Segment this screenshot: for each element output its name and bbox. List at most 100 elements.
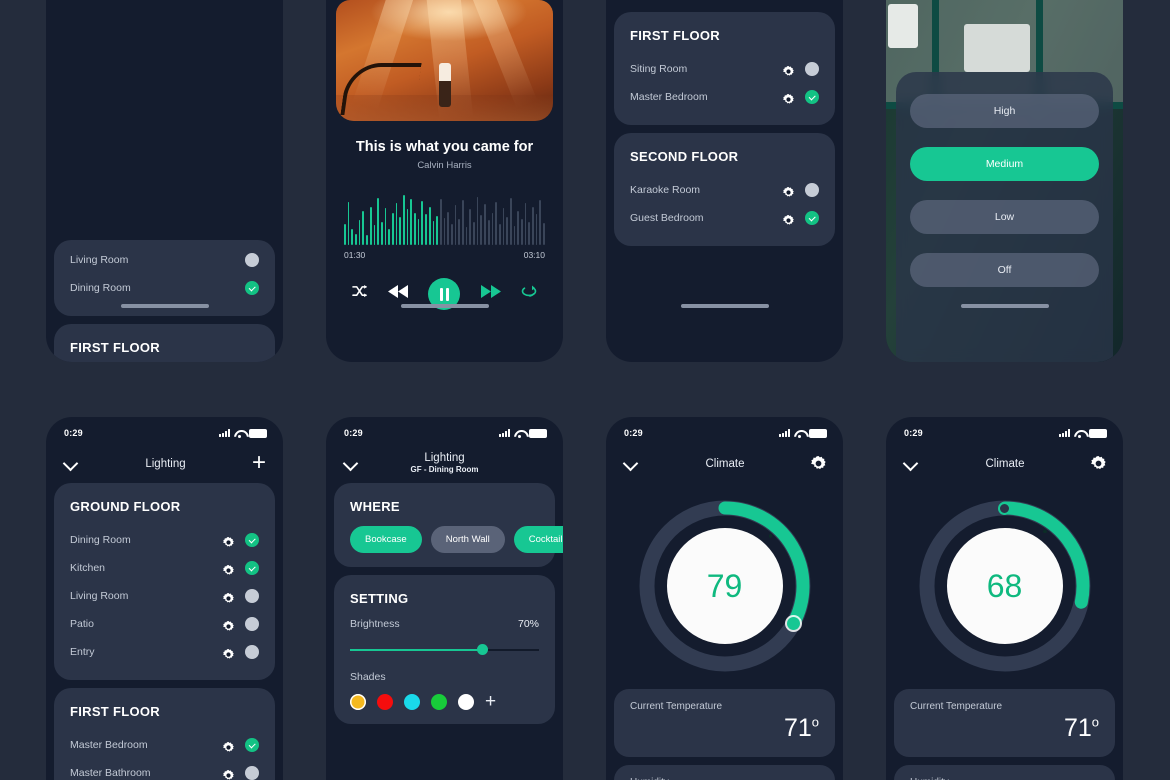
color-swatch[interactable]	[377, 694, 393, 710]
gear-icon[interactable]	[223, 535, 234, 547]
toggle-dot[interactable]	[805, 62, 819, 76]
waveform-bar	[377, 198, 379, 245]
dial-tick	[768, 534, 773, 538]
dial-handle[interactable]	[998, 501, 1011, 515]
card-first-floor: FIRST FLOOR Siting Room Master Bedroom	[614, 12, 835, 125]
gear-icon[interactable]	[223, 740, 234, 752]
toggle-dot[interactable]	[245, 645, 259, 659]
waveform-bar	[436, 215, 438, 245]
chip-cocktail-lounge[interactable]: Cocktail Lounge	[513, 526, 563, 553]
thermostat-dial[interactable]: 68	[886, 483, 1123, 689]
signal-bars-icon	[1059, 429, 1070, 437]
table-row[interactable]: Dining Room	[70, 274, 259, 302]
current-temperature-card: Current Temperature 71o	[894, 689, 1115, 757]
brightness-label: Brightness	[350, 618, 400, 630]
fan-option-high[interactable]: High	[910, 94, 1099, 128]
waveform-bar	[344, 224, 346, 245]
toggle-dot[interactable]	[805, 211, 819, 225]
status-time: 0:29	[904, 428, 923, 438]
table-row[interactable]: Siting Room	[630, 55, 819, 83]
toggle-dot[interactable]	[245, 738, 259, 752]
gear-icon[interactable]	[223, 563, 234, 575]
repeat-icon[interactable]	[521, 285, 537, 303]
dial-handle[interactable]	[786, 616, 800, 630]
wifi-icon	[1074, 429, 1085, 438]
table-row[interactable]: Karaoke Room	[630, 176, 819, 204]
gear-icon[interactable]	[811, 455, 826, 471]
table-row[interactable]: Master Bedroom	[70, 731, 259, 759]
color-swatch[interactable]	[431, 694, 447, 710]
status-bar: 0:29	[606, 417, 843, 443]
table-row[interactable]: Master Bedroom	[630, 83, 819, 111]
table-row[interactable]: Patio	[70, 610, 259, 638]
waveform-bar	[465, 227, 468, 245]
toggle-dot[interactable]	[245, 561, 259, 575]
gear-icon[interactable]	[783, 92, 794, 104]
chevron-down-icon[interactable]	[623, 455, 639, 471]
status-time: 0:29	[344, 428, 363, 438]
gear-icon[interactable]	[1091, 455, 1106, 471]
color-swatch[interactable]	[350, 694, 366, 710]
thermostat-dial[interactable]: 79	[606, 483, 843, 689]
wifi-icon	[234, 429, 245, 438]
plus-icon[interactable]: +	[485, 692, 496, 711]
toggle-dot[interactable]	[805, 90, 819, 104]
toggle-dot[interactable]	[245, 766, 259, 780]
card-title: FIRST FLOOR	[70, 704, 160, 719]
waveform-bar	[495, 202, 497, 245]
chevron-down-icon[interactable]	[63, 455, 79, 471]
color-swatch[interactable]	[404, 694, 420, 710]
chevron-down-icon[interactable]	[343, 455, 359, 471]
room-label: Living Room	[70, 254, 129, 266]
gear-icon[interactable]	[223, 768, 234, 780]
brightness-slider[interactable]	[350, 643, 539, 657]
chip-north-wall[interactable]: North Wall	[430, 526, 505, 553]
fan-option-medium[interactable]: Medium	[910, 147, 1099, 181]
current-temperature-card: Current Temperature 71o	[614, 689, 835, 757]
waveform-bar	[476, 197, 479, 245]
fan-option-off[interactable]: Off	[910, 253, 1099, 287]
toggle-dot[interactable]	[245, 253, 259, 267]
gear-icon[interactable]	[223, 619, 234, 631]
table-row[interactable]: Kitchen	[70, 554, 259, 582]
toggle-dot[interactable]	[245, 589, 259, 603]
table-row[interactable]: Dining Room	[70, 526, 259, 554]
table-row[interactable]: Master Bathroom	[70, 759, 259, 780]
where-chip-group: Bookcase North Wall Cocktail Lounge	[350, 526, 563, 553]
gear-icon[interactable]	[783, 185, 794, 197]
track-artist: Calvin Harris	[417, 160, 472, 171]
toggle-dot[interactable]	[245, 281, 259, 295]
gear-icon[interactable]	[783, 213, 794, 225]
waveform-scrubber[interactable]	[344, 193, 545, 245]
toggle-dot[interactable]	[245, 533, 259, 547]
waveform-bar	[517, 210, 519, 245]
chevron-down-icon[interactable]	[903, 455, 919, 471]
table-row[interactable]: Entry	[70, 638, 259, 666]
fast-forward-icon[interactable]	[480, 284, 502, 304]
gear-icon[interactable]	[783, 64, 794, 76]
screenshot-canvas: Living Room Dining Room FIRST FLOOR Siti…	[0, 0, 1170, 780]
toggle-dot[interactable]	[245, 617, 259, 631]
toggle-dot[interactable]	[805, 183, 819, 197]
waveform-bar	[384, 207, 387, 245]
waveform-bar	[443, 217, 446, 245]
color-swatch[interactable]	[458, 694, 474, 710]
room-label: Dining Room	[70, 282, 131, 294]
info-label: Current Temperature	[630, 701, 723, 712]
gear-icon[interactable]	[223, 591, 234, 603]
plus-icon[interactable]: +	[252, 451, 266, 475]
total-duration: 03:10	[523, 250, 545, 260]
slider-knob[interactable]	[476, 644, 488, 655]
gear-icon[interactable]	[223, 647, 234, 659]
chip-bookcase[interactable]: Bookcase	[350, 526, 422, 553]
fan-option-low[interactable]: Low	[910, 200, 1099, 234]
table-row[interactable]: Living Room	[70, 582, 259, 610]
table-row[interactable]: Living Room	[70, 246, 259, 274]
card-title: SECOND FLOOR	[630, 149, 739, 164]
waveform-bar	[506, 216, 508, 245]
rewind-icon[interactable]	[387, 284, 409, 304]
waveform-bar	[388, 229, 390, 245]
table-row[interactable]: Guest Bedroom	[630, 204, 819, 232]
shuffle-icon[interactable]	[352, 285, 367, 303]
phone-floors-list: FIRST FLOOR Siting Room Master Bedroom S…	[606, 0, 843, 362]
